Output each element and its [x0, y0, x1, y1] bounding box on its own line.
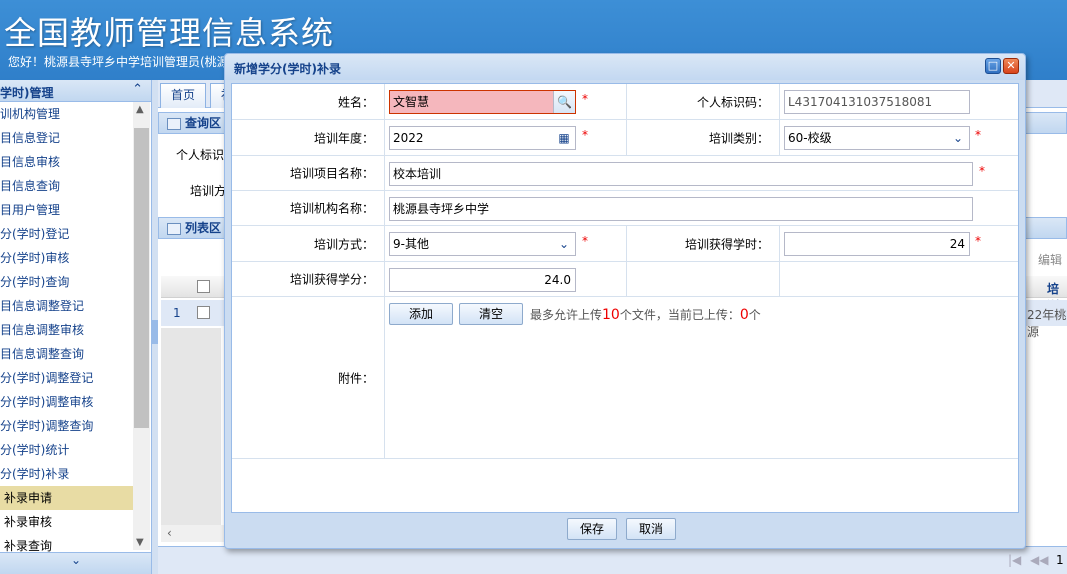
sidebar-item[interactable]: 分(学时)登记 — [0, 222, 133, 246]
type-label: 培训类别： — [627, 120, 779, 155]
scrollbar-thumb[interactable] — [134, 128, 149, 428]
required-mark: * — [979, 164, 985, 178]
page-number[interactable]: 1 — [1056, 553, 1064, 567]
sidebar-item[interactable]: 补录审核 — [0, 510, 133, 534]
search-icon[interactable]: 🔍 — [553, 91, 575, 113]
sidebar-item[interactable]: 目信息查询 — [0, 174, 133, 198]
sidebar-section-header[interactable]: 学时)管理 ⌃ — [0, 80, 151, 102]
current-files-count: 0 — [739, 307, 749, 323]
sidebar-item[interactable]: 分(学时)统计 — [0, 438, 133, 462]
sidebar-item[interactable]: 分(学时)审核 — [0, 246, 133, 270]
sidebar-item[interactable]: 目信息调整登记 — [0, 294, 133, 318]
add-credit-dialog: 新增学分(学时)补录 □ ✕ 姓名： 文智慧 🔍 * 个人标识码： L43170… — [224, 53, 1026, 549]
org-label: 培训机构名称： — [232, 191, 384, 225]
prev-page-icon[interactable]: ◀◀ — [1030, 553, 1048, 567]
sidebar-item[interactable]: 目信息登记 — [0, 126, 133, 150]
upload-hint: 最多允许上传10个文件，当前已上传：0个 — [530, 307, 761, 323]
row-cell-project: 22年桃源 — [1027, 308, 1067, 339]
save-button[interactable]: 保存 — [567, 518, 617, 540]
sidebar-menu: 训机构管理 目信息登记 目信息审核 目信息查询 目用户管理 分(学时)登记 分(学时)审核分… — [0, 102, 133, 558]
user-greeting: 您好！桃源县寺坪乡中学培训管理员(桃源 — [8, 55, 229, 69]
method-select[interactable]: 9-其他 ⌄ — [389, 232, 576, 256]
required-mark: * — [582, 92, 588, 106]
project-input[interactable]: 校本培训 — [389, 162, 973, 186]
collapse-up-icon[interactable]: ⌃ — [132, 82, 143, 97]
clear-files-button[interactable]: 清空 — [459, 303, 523, 325]
select-all-checkbox[interactable] — [197, 280, 210, 293]
sidebar-scrollbar[interactable]: ▲ ▼ — [133, 102, 150, 550]
required-mark: * — [975, 128, 981, 142]
expand-down-icon[interactable]: ⌄ — [71, 553, 81, 567]
row-number: 1 — [173, 306, 181, 320]
row-checkbox[interactable] — [197, 306, 210, 319]
cancel-button[interactable]: 取消 — [626, 518, 676, 540]
add-file-button[interactable]: 添加 — [389, 303, 453, 325]
scroll-left-icon[interactable]: ‹ — [167, 526, 172, 540]
max-files-count: 10 — [602, 307, 620, 323]
first-page-icon[interactable]: |◀ — [1008, 553, 1021, 567]
form-row-method: 培训方式： 9-其他 ⌄ * 培训获得学时： 24 * — [232, 226, 1018, 262]
grid-empty-area — [161, 328, 221, 528]
id-field: L431704131037518081 — [784, 90, 970, 114]
query-label-method: 培训方 — [190, 184, 227, 198]
query-label-id: 个人标识 — [176, 148, 225, 162]
method-label: 培训方式： — [232, 226, 384, 261]
chevron-down-icon[interactable]: ⌄ — [553, 233, 575, 255]
sidebar-item[interactable]: 目信息调整审核 — [0, 318, 133, 342]
form-row-attachments: 附件： 添加 清空 最多允许上传10个文件，当前已上传：0个 — [232, 297, 1018, 459]
year-input[interactable]: 2022 ▦ — [389, 126, 576, 150]
type-select[interactable]: 60-校级 ⌄ — [784, 126, 970, 150]
required-mark: * — [975, 234, 981, 248]
calendar-icon[interactable]: ▦ — [553, 127, 575, 149]
dialog-footer: 保存 取消 — [225, 513, 1025, 549]
form-row-project: 培训项目名称： 校本培训 * — [232, 156, 1018, 191]
sidebar-item[interactable]: 分(学时)调整登记 — [0, 366, 133, 390]
project-label: 培训项目名称： — [232, 156, 384, 190]
chevron-down-icon[interactable]: ⌄ — [947, 127, 969, 149]
dialog-title: 新增学分(学时)补录 — [234, 62, 341, 76]
name-label: 姓名： — [232, 84, 384, 119]
maximize-icon[interactable]: □ — [985, 58, 1001, 74]
form-row-org: 培训机构名称： 桃源县寺坪乡中学 — [232, 191, 1018, 226]
form-row-name: 姓名： 文智慧 🔍 * 个人标识码： L431704131037518081 — [232, 84, 1018, 120]
attach-label: 附件： — [232, 297, 384, 458]
hours-label: 培训获得学时： — [627, 226, 779, 261]
sidebar-item[interactable]: 目用户管理 — [0, 198, 133, 222]
sidebar-footer[interactable]: ⌄ — [0, 552, 151, 574]
sidebar-section-title: 学时)管理 — [0, 86, 54, 100]
pager: |◀ ◀◀ 1 — [158, 546, 1067, 574]
sidebar-item[interactable]: 分(学时)查询 — [0, 270, 133, 294]
sidebar-item[interactable]: 训机构管理 — [0, 102, 133, 126]
scroll-down-icon[interactable]: ▼ — [136, 537, 144, 548]
sidebar-item[interactable]: 分(学时)调整审核 — [0, 390, 133, 414]
close-icon[interactable]: ✕ — [1003, 58, 1019, 74]
tab-home[interactable]: 首页 — [160, 83, 207, 108]
form-row-year: 培训年度： 2022 ▦ * 培训类别： 60-校级 ⌄ * — [232, 120, 1018, 156]
sidebar-item[interactable]: 分(学时)调整查询 — [0, 414, 133, 438]
dialog-header[interactable]: 新增学分(学时)补录 □ ✕ — [225, 54, 1025, 80]
grid-hscrollbar[interactable]: ‹ — [161, 525, 225, 542]
credits-input[interactable]: 24.0 — [389, 268, 576, 292]
hours-input[interactable]: 24 — [784, 232, 970, 256]
year-label: 培训年度： — [232, 120, 384, 155]
sidebar-item[interactable]: 目信息调整查询 — [0, 342, 133, 366]
sidebar-item[interactable]: 目信息审核 — [0, 150, 133, 174]
edit-button[interactable]: 编辑 — [1038, 251, 1062, 268]
sidebar: 学时)管理 ⌃ 训机构管理 目信息登记 目信息审核 目信息查询 目用户管理 分(学时)登记… — [0, 80, 152, 574]
name-input[interactable]: 文智慧 🔍 — [389, 90, 576, 114]
form-row-credits: 培训获得学分： 24.0 — [232, 262, 1018, 297]
org-input[interactable]: 桃源县寺坪乡中学 — [389, 197, 973, 221]
required-mark: * — [582, 128, 588, 142]
credits-label: 培训获得学分： — [232, 262, 384, 296]
id-label: 个人标识码： — [627, 84, 779, 119]
required-mark: * — [582, 234, 588, 248]
dialog-form: 姓名： 文智慧 🔍 * 个人标识码： L431704131037518081 培… — [231, 83, 1019, 513]
sidebar-item[interactable]: 补录申请 — [0, 486, 133, 510]
scroll-up-icon[interactable]: ▲ — [136, 104, 144, 115]
app-title: 全国教师管理信息系统 — [4, 14, 335, 52]
sidebar-item[interactable]: 分(学时)补录 — [0, 462, 133, 486]
